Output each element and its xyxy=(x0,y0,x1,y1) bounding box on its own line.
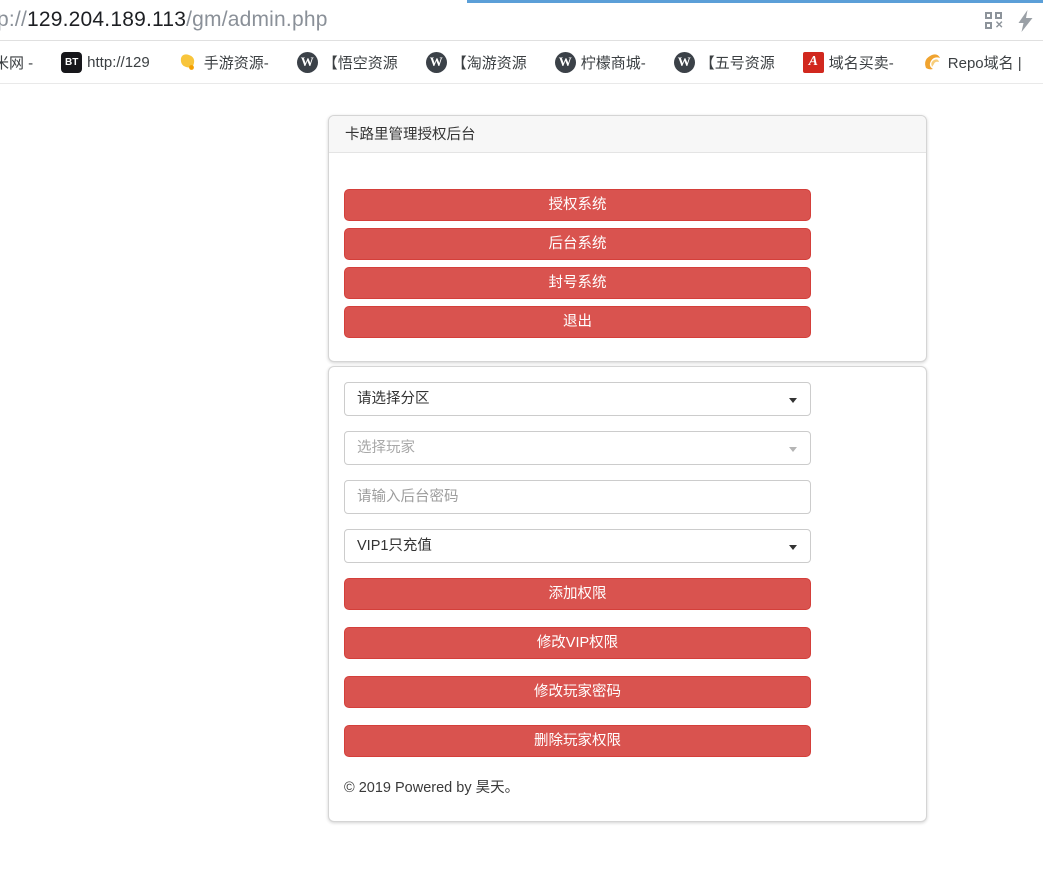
bookmark-label: Repo域名 | xyxy=(947,54,1022,72)
bookmark-minet[interactable]: 米网 - xyxy=(0,52,33,73)
player-select[interactable]: 选择玩家 xyxy=(344,431,811,465)
address-bar[interactable]: p://129.204.189.113/gm/admin.php xyxy=(0,8,328,32)
bookmark-label: 【淘游资源 xyxy=(451,54,527,72)
bookmark-label: 手游资源- xyxy=(203,54,269,72)
bookmark-yuming[interactable]: A 域名买卖- xyxy=(802,51,894,73)
modify-player-password-button[interactable]: 修改玩家密码 xyxy=(344,676,811,708)
wordpress-favicon-icon: W xyxy=(425,51,447,73)
url-scheme: p:// xyxy=(0,8,27,31)
bookmark-label: 域名买卖- xyxy=(828,54,894,72)
chevron-down-icon xyxy=(789,545,797,550)
wordpress-favicon-icon: W xyxy=(673,51,695,73)
manage-panel: 请选择分区 选择玩家 VIP1只充值 添加权限 修改VIP权限 修改玩家密码 删… xyxy=(328,366,927,822)
bookmark-label: http://129 xyxy=(87,53,150,71)
zone-select-value: 请选择分区 xyxy=(357,391,430,407)
delete-player-permission-button[interactable]: 删除玩家权限 xyxy=(344,725,811,757)
player-select-placeholder: 选择玩家 xyxy=(357,440,415,456)
bookmark-bt[interactable]: BT http://129 xyxy=(61,51,150,73)
bookmark-wuhao[interactable]: W 【五号资源 xyxy=(673,51,775,73)
qr-square xyxy=(985,12,992,19)
zone-select[interactable]: 请选择分区 xyxy=(344,382,811,416)
bookmark-taoyou[interactable]: W 【淘游资源 xyxy=(425,51,527,73)
chevron-down-icon xyxy=(789,447,797,452)
bookmarks-bar: 米网 - BT http://129 手游资源- W 【悟空资源 W 【淘游资源… xyxy=(0,41,1043,84)
auth-panel-title: 卡路里管理授权后台 xyxy=(329,116,926,153)
repo-favicon-icon xyxy=(922,52,943,73)
url-path: /gm/admin.php xyxy=(186,8,328,31)
vip-select-value: VIP1只充值 xyxy=(357,538,432,554)
wordpress-favicon-icon: W xyxy=(296,51,318,73)
ban-system-button[interactable]: 封号系统 xyxy=(344,267,811,299)
bookmark-repo[interactable]: Repo域名 | xyxy=(922,52,1022,73)
backend-password-input[interactable] xyxy=(357,481,782,513)
bookmark-label: 柠檬商城- xyxy=(580,54,646,72)
url-domain: 129.204.189.113 xyxy=(26,8,187,31)
auth-panel: 卡路里管理授权后台 授权系统 后台系统 封号系统 退出 xyxy=(328,115,927,362)
modify-vip-permission-button[interactable]: 修改VIP权限 xyxy=(344,627,811,659)
bookmark-label: 【悟空资源 xyxy=(322,54,398,72)
wordpress-favicon-icon: W xyxy=(554,51,576,73)
bookmark-shouyou[interactable]: 手游资源- xyxy=(178,52,269,73)
bookmark-ningmeng[interactable]: W 柠檬商城- xyxy=(554,51,646,73)
bookmark-label: 【五号资源 xyxy=(699,54,775,72)
bt-favicon-icon: BT xyxy=(61,51,83,73)
lightning-icon[interactable] xyxy=(1018,9,1033,32)
bookmark-wukong[interactable]: W 【悟空资源 xyxy=(296,51,398,73)
password-field-wrap xyxy=(344,480,811,514)
active-tab-indicator xyxy=(467,0,1043,3)
chevron-down-icon xyxy=(789,398,797,403)
chick-favicon-icon xyxy=(178,52,199,73)
qr-x: ✕ xyxy=(995,20,1004,31)
bookmark-label: 米网 - xyxy=(0,54,34,72)
backend-system-button[interactable]: 后台系统 xyxy=(344,228,811,260)
logout-button[interactable]: 退出 xyxy=(344,306,811,338)
domain-trade-favicon-icon: A xyxy=(802,51,824,73)
qr-square xyxy=(995,12,1002,19)
browser-toolbar: p://129.204.189.113/gm/admin.php ✕ xyxy=(0,0,1043,41)
vip-select[interactable]: VIP1只充值 xyxy=(344,529,811,563)
auth-system-button[interactable]: 授权系统 xyxy=(344,189,811,221)
add-permission-button[interactable]: 添加权限 xyxy=(344,578,811,610)
copyright-footer: © 2019 Powered by 昊天。 xyxy=(344,780,520,796)
qr-square xyxy=(985,22,992,29)
qr-login-icon[interactable]: ✕ xyxy=(985,12,1004,31)
